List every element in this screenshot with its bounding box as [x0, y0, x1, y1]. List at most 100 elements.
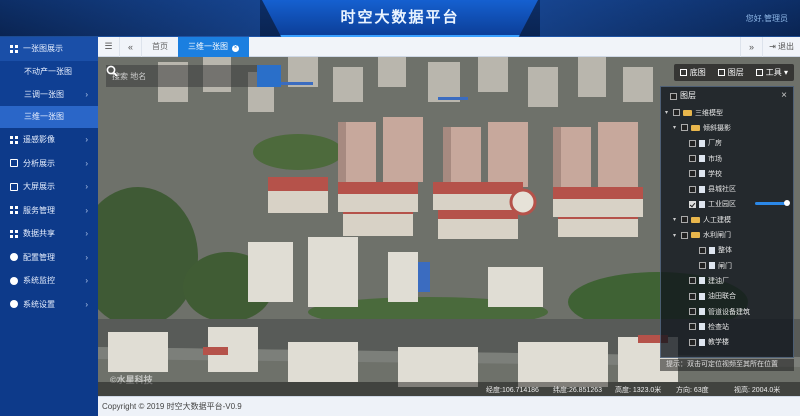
layer-row[interactable]: ▾ 三维模型 — [661, 105, 793, 120]
sidebar-item-config[interactable]: 配置管理 › — [0, 246, 98, 270]
chevron-right-icon: › — [85, 182, 88, 191]
layer-row[interactable]: 整体 — [661, 243, 793, 258]
folder-icon — [691, 232, 700, 239]
opacity-slider[interactable] — [755, 199, 790, 206]
hint-text: 提示：双击可定位视频至其所在位置 — [660, 359, 794, 371]
layer-row[interactable]: 县城社区 — [661, 181, 793, 196]
sidebar-item-label: 系统设置 — [23, 299, 55, 309]
chevron-right-icon: › — [85, 299, 88, 309]
layer-checkbox[interactable] — [689, 185, 696, 193]
sidebar-item-label: 遥感影像 — [23, 135, 55, 145]
search-button[interactable] — [106, 65, 281, 87]
file-icon — [699, 185, 705, 193]
layer-label: 管道设备建筑 — [708, 308, 750, 316]
layer-row[interactable]: 学校 — [661, 166, 793, 181]
expand-icon[interactable]: ▾ — [671, 124, 678, 131]
basemap-button[interactable]: 底图 — [674, 64, 712, 81]
sidebar-item-settings[interactable]: 系统设置 › — [0, 293, 98, 317]
close-icon[interactable]: × — [232, 44, 239, 52]
tab-bar-right: » ⇥ 退出 — [740, 37, 800, 57]
sidebar-item-monitor[interactable]: 系统监控 › — [0, 269, 98, 293]
layer-row[interactable]: 建油厂 — [661, 273, 793, 288]
map-viewport[interactable]: 底图 图层 工具 ▾ 图层 × ▾ 三维模型 ▾ 倾斜摄影厂房市场学校县城社区工业园区… — [98, 57, 800, 396]
sidebar-item-label: 一张图展示 — [23, 44, 63, 54]
layer-row[interactable]: ▾ 倾斜摄影 — [661, 120, 793, 135]
layer-row[interactable]: 闸门 — [661, 258, 793, 273]
sidebar-subitem-3d[interactable]: 三维一张图 — [0, 105, 98, 128]
sidebar-item-label: 系统监控 — [23, 276, 55, 286]
layer-checkbox[interactable] — [681, 124, 688, 132]
layer-checkbox[interactable] — [681, 231, 688, 239]
search-input[interactable] — [106, 65, 257, 87]
coordinate-status-bar: 经度:106.714186 纬度:26.851263 高度: 1323.0米 方… — [98, 382, 800, 396]
layer-label: 市场 — [708, 155, 722, 163]
close-icon[interactable]: × — [781, 87, 787, 105]
layer-row[interactable]: 工业园区 — [661, 197, 793, 212]
basemap-label: 底图 — [689, 68, 706, 77]
layer-checkbox[interactable] — [699, 246, 706, 254]
layer-label: 建油厂 — [708, 277, 729, 285]
layer-checkbox[interactable] — [673, 109, 680, 117]
layer-checkbox[interactable] — [689, 170, 696, 178]
sidebar-item-service[interactable]: 服务管理 › — [0, 199, 98, 223]
longitude-readout: 经度:106.714186 — [486, 387, 539, 394]
layer-checkbox[interactable] — [689, 308, 696, 315]
layer-checkbox[interactable] — [689, 338, 696, 346]
tools-button[interactable]: 工具 ▾ — [750, 64, 794, 81]
sidebar-item-map-display[interactable]: 一张图展示 — [0, 37, 98, 61]
layer-row[interactable]: 油田联合 — [661, 289, 793, 304]
layer-checkbox[interactable] — [689, 155, 696, 163]
screen-icon — [10, 182, 18, 191]
tab-home[interactable]: 首页 — [142, 37, 178, 57]
layers-button[interactable]: 图层 — [712, 64, 750, 81]
sidebar-subitem-label: 三调一张图 — [24, 89, 64, 99]
slider-handle[interactable] — [784, 199, 790, 206]
layer-checkbox[interactable] — [699, 262, 706, 270]
chevron-right-icon: › — [85, 158, 88, 168]
folder-icon — [683, 109, 692, 116]
expand-icon[interactable]: ▾ — [671, 216, 678, 223]
sidebar-item-remote-sensing[interactable]: 遥感影像 › — [0, 128, 98, 152]
layer-row[interactable]: 厂房 — [661, 136, 793, 151]
sidebar-item-bigscreen[interactable]: 大屏展示 › — [0, 175, 98, 199]
place-search — [106, 65, 281, 87]
sidebar-subitem-label: 不动产一张图 — [24, 67, 72, 77]
layer-label: 厂房 — [708, 140, 722, 148]
sidebar-subitem-realestate[interactable]: 不动产一张图 — [0, 60, 98, 83]
folder-icon — [691, 216, 700, 223]
user-greeting[interactable]: 您好,管理员 — [746, 13, 788, 24]
layer-checkbox[interactable] — [689, 323, 696, 331]
layer-checkbox[interactable] — [689, 139, 696, 147]
layer-panel: 图层 × ▾ 三维模型 ▾ 倾斜摄影 厂房 市场 学校 县城社区 工业园区 ▾ 人工建模 ▾ 水利闸门整… — [660, 86, 794, 358]
tools-label: 工具 — [765, 68, 782, 77]
expand-icon[interactable]: ▾ — [671, 232, 678, 239]
sidebar-subitem-survey[interactable]: 三调一张图 › — [0, 83, 98, 106]
layer-row[interactable]: 市场 — [661, 151, 793, 166]
layer-checkbox[interactable] — [681, 216, 688, 224]
layers-label: 图层 — [727, 68, 744, 77]
layer-row[interactable]: ▾ 人工建模 — [661, 212, 793, 227]
menu-toggle-icon[interactable]: ☰ — [98, 36, 120, 57]
tab-3d-map[interactable]: 三维一张图 × — [178, 36, 249, 57]
scroll-left-icon[interactable]: « — [120, 36, 142, 57]
layer-checkbox[interactable] — [689, 200, 696, 208]
chevron-right-icon: › — [85, 205, 88, 215]
layer-checkbox[interactable] — [689, 292, 696, 300]
layer-label: 水利闸门 — [703, 232, 731, 240]
monitor-icon — [10, 276, 18, 285]
sidebar-item-share[interactable]: 数据共享 › — [0, 222, 98, 246]
layer-label: 检查站 — [708, 323, 729, 331]
layer-row[interactable]: 管道设备建筑 — [661, 304, 793, 319]
app-window: 时空大数据平台 您好,管理员 一张图展示 不动产一张图 三调一张图 › 三维一张… — [0, 0, 800, 416]
layer-row[interactable]: ▾ 水利闸门 — [661, 227, 793, 242]
wrench-icon — [755, 69, 763, 76]
layer-label: 教学楼 — [708, 339, 729, 347]
scroll-right-icon[interactable]: » — [740, 37, 762, 57]
layer-checkbox[interactable] — [689, 277, 696, 285]
layer-row[interactable]: 检查站 — [661, 319, 793, 334]
layer-row[interactable]: 教学楼 — [661, 334, 793, 349]
expand-icon[interactable]: ▾ — [663, 109, 670, 116]
sidebar-subitem-label: 三维一张图 — [24, 112, 64, 122]
logout-button[interactable]: ⇥ 退出 — [762, 37, 800, 57]
sidebar-item-analysis[interactable]: 分析展示 › — [0, 152, 98, 176]
